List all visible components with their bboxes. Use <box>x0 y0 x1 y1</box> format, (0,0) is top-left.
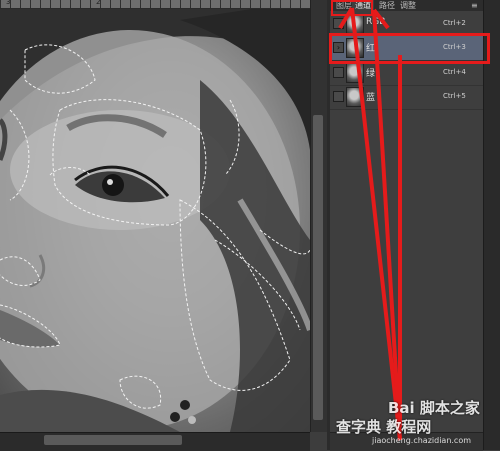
face-illustration <box>0 0 310 432</box>
ruler-number: 3 <box>6 0 11 6</box>
canvas-horizontal-scroll-thumb[interactable] <box>44 435 182 445</box>
annotation-arrows <box>338 6 402 441</box>
watermark-url: jiaocheng.chazidian.com <box>372 436 472 445</box>
ruler-number: 2 <box>96 0 101 6</box>
watermark-text: Bai 脚本之家 <box>388 399 480 417</box>
annotation-line <box>398 55 402 427</box>
top-ruler <box>0 0 310 9</box>
watermark-text: 查字典 教程网 <box>336 418 432 436</box>
canvas-vertical-scroll-thumb[interactable] <box>313 115 323 420</box>
image-canvas[interactable] <box>0 0 310 432</box>
